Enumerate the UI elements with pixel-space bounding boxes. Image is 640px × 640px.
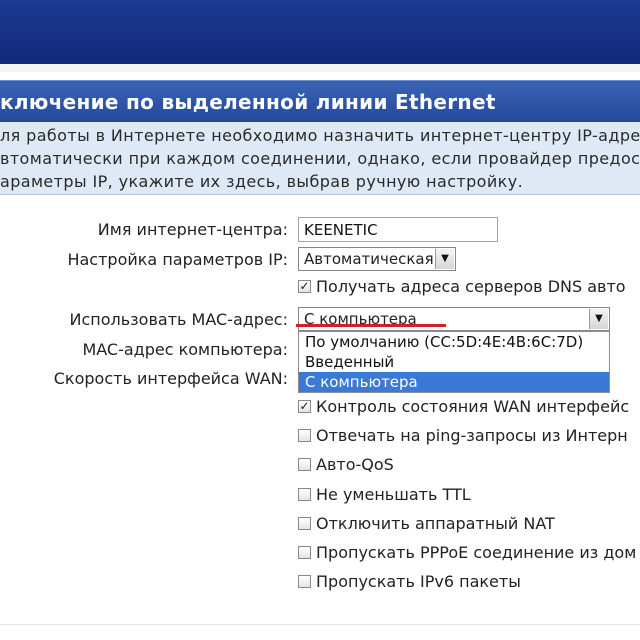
ttl-label: Не уменьшать TTL xyxy=(316,485,471,504)
dns-auto-checkbox[interactable]: ✓ xyxy=(298,280,311,293)
chevron-down-icon[interactable]: ▼ xyxy=(435,249,454,269)
wan-monitor-label: Контроль состояния WAN интерфейс xyxy=(316,397,630,416)
dns-auto-label: Получать адреса серверов DNS авто xyxy=(316,277,626,296)
ip-settings-label: Настройка параметров IP: xyxy=(67,250,288,269)
page-title: ключение по выделенной линии Ethernet xyxy=(0,90,496,114)
ping-label: Отвечать на ping-запросы из Интерн xyxy=(316,426,628,445)
mac-use-select[interactable]: С компьютера ▼ xyxy=(298,307,610,331)
pppoe-checkbox[interactable] xyxy=(298,546,311,559)
mac-computer-label: MAC-адрес компьютера: xyxy=(82,340,288,359)
nat-label: Отключить аппаратный NAT xyxy=(316,514,555,533)
pppoe-label: Пропускать PPPoE соединение из дом xyxy=(316,543,637,562)
chevron-down-icon[interactable]: ▼ xyxy=(589,309,608,329)
nat-checkbox[interactable] xyxy=(298,517,311,530)
bottom-divider xyxy=(0,624,640,625)
panel-description: ля работы в Интернете необходимо назначи… xyxy=(0,122,640,195)
ip-settings-select[interactable]: Автоматическая ▼ xyxy=(298,247,456,271)
mac-use-dropdown[interactable]: По умолчанию (CC:5D:4E:4B:6C:7D) Введенн… xyxy=(298,331,610,393)
mac-option-entered[interactable]: Введенный xyxy=(299,352,609,372)
description-line: араметры IP, укажите их здесь, выбрав ру… xyxy=(0,172,524,191)
qos-checkbox[interactable] xyxy=(298,458,311,471)
router-header-bar xyxy=(0,0,640,64)
wan-speed-label: Скорость интерфейса WAN: xyxy=(53,369,288,388)
mac-option-default[interactable]: По умолчанию (CC:5D:4E:4B:6C:7D) xyxy=(299,332,609,352)
description-line: втоматически при каждом соединении, одна… xyxy=(0,149,640,168)
ipv6-label: Пропускать IPv6 пакеты xyxy=(316,572,521,591)
qos-label: Авто-QoS xyxy=(316,455,394,474)
ping-checkbox[interactable] xyxy=(298,429,311,442)
annotation-underline xyxy=(296,324,446,327)
description-line: ля работы в Интернете необходимо назначи… xyxy=(0,126,640,145)
ipv6-checkbox[interactable] xyxy=(298,575,311,588)
hostname-input[interactable] xyxy=(298,217,498,242)
mac-use-label: Использовать MAC-адрес: xyxy=(69,310,288,329)
ip-settings-value: Автоматическая xyxy=(304,250,434,268)
wan-monitor-checkbox[interactable]: ✓ xyxy=(298,400,311,413)
mac-option-computer[interactable]: С компьютера xyxy=(299,372,609,392)
header-divider xyxy=(0,64,640,72)
ttl-checkbox[interactable] xyxy=(298,488,311,501)
hostname-label: Имя интернет-центра: xyxy=(97,220,288,239)
